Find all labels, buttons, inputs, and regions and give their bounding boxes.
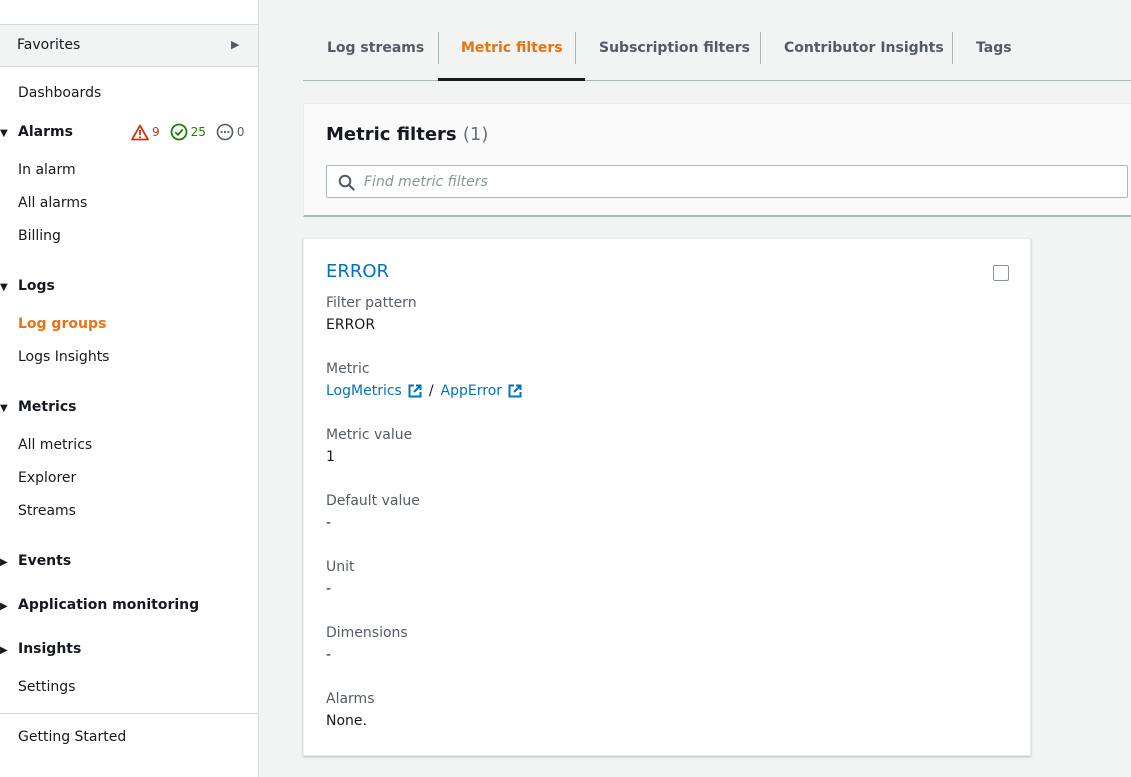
section-label: Metrics bbox=[18, 399, 77, 415]
panel-title-text: Metric filters bbox=[326, 124, 457, 145]
section-label: Application monitoring bbox=[18, 597, 200, 613]
tab-divider bbox=[760, 32, 761, 64]
panel-title: Metric filters (1) bbox=[326, 124, 488, 145]
metric-filter-card: ERROR Filter pattern ERROR Metric LogMet… bbox=[303, 238, 1031, 756]
filter-pattern-value: ERROR bbox=[326, 317, 376, 333]
caret-down-icon: ▼ bbox=[0, 128, 8, 139]
tab-log-streams[interactable]: Log streams bbox=[327, 26, 424, 80]
divider bbox=[0, 713, 258, 714]
alarms-value: None. bbox=[326, 713, 367, 729]
sidebar-item-explorer[interactable]: Explorer bbox=[18, 470, 76, 486]
metric-links: LogMetrics / AppError bbox=[326, 383, 522, 399]
section-label: Insights bbox=[18, 641, 82, 657]
unit-label: Unit bbox=[326, 559, 355, 575]
unit-value: - bbox=[326, 581, 332, 597]
sidebar: ˅˅ Favorites ▶ Dashboards ▼ Alarms 9 25 bbox=[0, 0, 259, 777]
tab-divider bbox=[575, 32, 576, 64]
dimensions-label: Dimensions bbox=[326, 625, 408, 641]
warning-icon bbox=[131, 124, 149, 140]
metric-value: 1 bbox=[326, 449, 335, 465]
insufficient-count: 0 bbox=[236, 125, 245, 139]
metric-name-link[interactable]: AppError bbox=[441, 383, 522, 399]
section-label: Logs bbox=[18, 278, 55, 294]
section-label: Alarms bbox=[18, 124, 73, 140]
tab-tags[interactable]: Tags bbox=[976, 26, 1012, 80]
caret-down-icon: ▼ bbox=[0, 282, 8, 293]
sidebar-section-logs[interactable]: ▼ Logs bbox=[0, 278, 55, 294]
sidebar-item-streams[interactable]: Streams bbox=[18, 503, 76, 519]
metric-filters-header: Metric filters (1) bbox=[303, 103, 1131, 217]
sidebar-section-events[interactable]: ▶ Events bbox=[0, 553, 71, 569]
in-alarm-count: 9 bbox=[152, 125, 160, 139]
default-value: - bbox=[326, 515, 332, 531]
search-icon bbox=[338, 174, 355, 191]
collapse-icon[interactable]: ˅˅ bbox=[216, 0, 228, 7]
select-checkbox[interactable] bbox=[993, 265, 1009, 281]
tab-divider bbox=[952, 32, 953, 64]
caret-right-icon: ▶ bbox=[0, 645, 8, 656]
in-alarm-badge[interactable]: 9 bbox=[131, 124, 160, 141]
tab-subscription-filters[interactable]: Subscription filters bbox=[599, 26, 750, 80]
sidebar-item-billing[interactable]: Billing bbox=[18, 228, 61, 244]
sidebar-item-all-alarms[interactable]: All alarms bbox=[18, 195, 87, 211]
sidebar-item-dashboards[interactable]: Dashboards bbox=[18, 85, 101, 101]
caret-right-icon: ▶ bbox=[0, 601, 8, 612]
search-box[interactable] bbox=[326, 165, 1128, 198]
external-link-icon bbox=[508, 384, 522, 398]
ellipsis-circle-icon bbox=[216, 123, 234, 141]
sidebar-section-application-monitoring[interactable]: ▶ Application monitoring bbox=[0, 597, 199, 613]
metric-name-text: AppError bbox=[440, 383, 503, 399]
sidebar-item-in-alarm[interactable]: In alarm bbox=[18, 162, 76, 178]
default-value-label: Default value bbox=[326, 493, 420, 509]
metric-label: Metric bbox=[326, 361, 370, 377]
search-input[interactable] bbox=[364, 171, 1114, 193]
external-link-icon bbox=[408, 384, 422, 398]
metric-namespace-text: LogMetrics bbox=[326, 383, 402, 399]
filter-count: (1) bbox=[462, 124, 489, 145]
sidebar-item-getting-started[interactable]: Getting Started bbox=[18, 729, 126, 745]
alarms-label: Alarms bbox=[326, 691, 375, 707]
sidebar-section-insights[interactable]: ▶ Insights bbox=[0, 641, 81, 657]
section-label: Events bbox=[18, 553, 72, 569]
sidebar-section-alarms[interactable]: ▼ Alarms bbox=[0, 124, 73, 140]
caret-right-icon: ▶ bbox=[0, 557, 8, 568]
favorites-label: Favorites bbox=[17, 37, 81, 53]
sidebar-item-log-groups[interactable]: Log groups bbox=[18, 316, 106, 332]
sidebar-item-all-metrics[interactable]: All metrics bbox=[18, 437, 92, 453]
ok-badge[interactable]: 25 bbox=[170, 123, 206, 141]
favorites-row[interactable]: Favorites ▶ bbox=[0, 25, 258, 67]
sidebar-section-metrics[interactable]: ▼ Metrics bbox=[0, 399, 76, 415]
insufficient-data-badge[interactable]: 0 bbox=[216, 123, 245, 141]
tab-bar: Log streams Metric filters Subscription … bbox=[303, 26, 1131, 81]
metric-namespace-link[interactable]: LogMetrics bbox=[326, 383, 422, 399]
check-circle-icon bbox=[170, 123, 188, 141]
dimensions-value: - bbox=[326, 647, 332, 663]
sidebar-item-logs-insights[interactable]: Logs Insights bbox=[18, 349, 109, 365]
tab-metric-filters[interactable]: Metric filters bbox=[438, 26, 585, 81]
caret-down-icon: ▼ bbox=[0, 403, 8, 414]
alarm-state-badges: 9 25 0 bbox=[131, 123, 255, 141]
metric-value-label: Metric value bbox=[326, 427, 413, 443]
ok-count: 25 bbox=[190, 125, 206, 139]
filter-pattern-label: Filter pattern bbox=[326, 295, 417, 311]
sidebar-item-settings[interactable]: Settings bbox=[18, 679, 75, 695]
metric-separator: / bbox=[428, 383, 434, 399]
tab-contributor-insights[interactable]: Contributor Insights bbox=[784, 26, 944, 80]
filter-name-link[interactable]: ERROR bbox=[326, 261, 389, 282]
caret-right-icon: ▶ bbox=[231, 38, 240, 51]
